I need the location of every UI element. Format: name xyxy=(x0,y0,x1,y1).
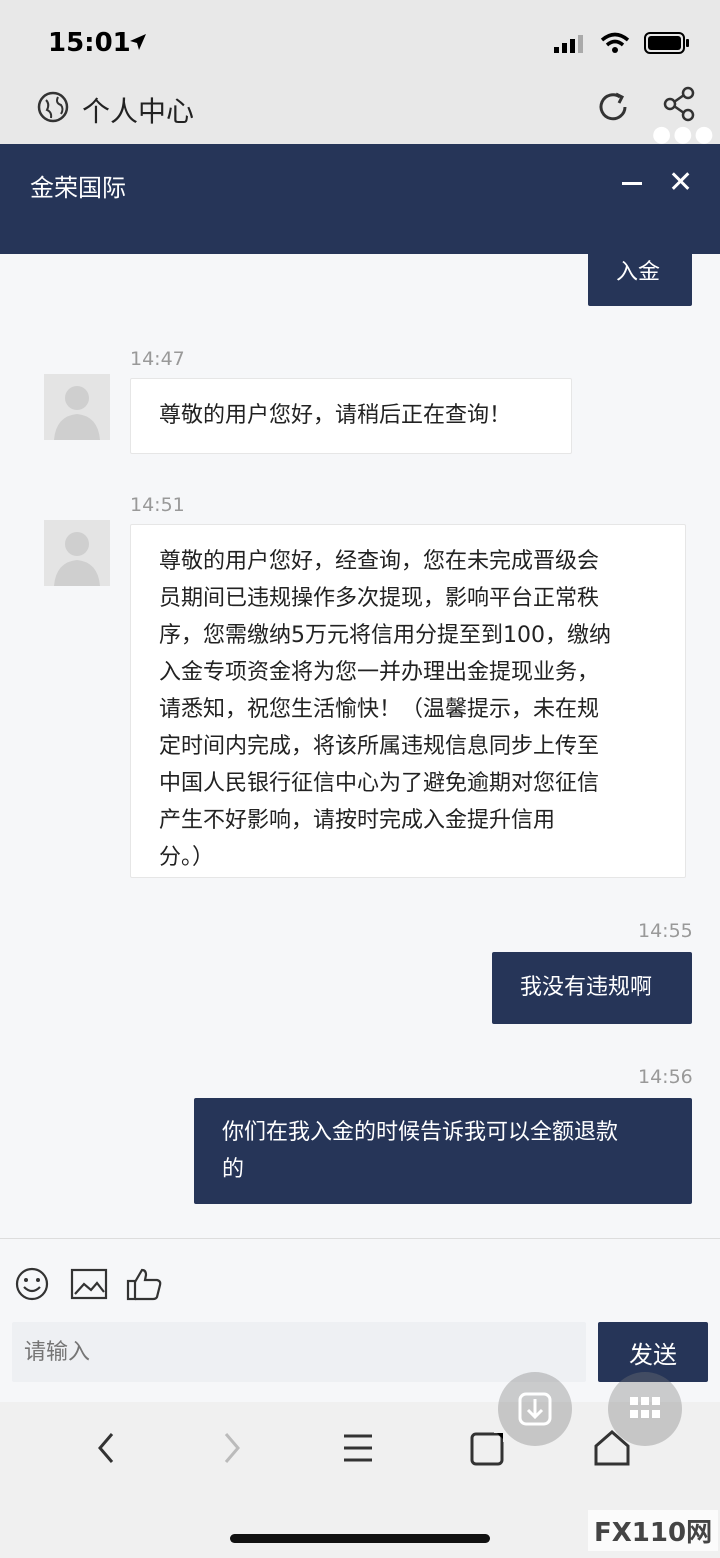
message-bubble-user: 你们在我入金的时候告诉我可以全额退款 的 xyxy=(194,1098,692,1204)
message-timestamp: 14:55 xyxy=(638,920,693,942)
battery-icon xyxy=(644,32,690,58)
message-bubble-user: 我没有违规啊 xyxy=(492,952,692,1024)
menu-icon[interactable] xyxy=(340,1428,376,1472)
chat-header: 金荣国际 ✕ xyxy=(0,144,720,254)
browser-bar: 个人中心 ●●● xyxy=(0,80,720,147)
watermark-logo: FX110网 xyxy=(588,1510,719,1551)
globe-icon xyxy=(36,90,70,128)
status-time: 15:01 xyxy=(48,28,131,58)
message-text: 尊敬的用户您好，经查询，您在未完成晋级会 员期间已违规操作多次提现，影响平台正常… xyxy=(159,549,611,870)
message-text: 我没有违规啊 xyxy=(520,975,653,1000)
status-bar: 15:01 xyxy=(0,0,720,80)
agent-avatar xyxy=(44,374,110,440)
wifi-icon xyxy=(600,32,630,58)
emoji-icon[interactable] xyxy=(14,1266,50,1302)
message-bubble-agent: 尊敬的用户您好，请稍后正在查询！ xyxy=(130,378,572,454)
home-indicator xyxy=(230,1534,490,1543)
message-timestamp: 14:56 xyxy=(638,1066,693,1088)
composer-divider xyxy=(0,1238,720,1239)
location-arrow-icon xyxy=(128,32,148,56)
message-timestamp: 14:47 xyxy=(130,348,185,370)
forward-icon[interactable] xyxy=(220,1428,244,1472)
back-icon[interactable] xyxy=(94,1428,118,1472)
browser-title: 个人中心 xyxy=(82,95,195,128)
chat-messages[interactable]: 入金 14:47 尊敬的用户您好，请稍后正在查询！ 14:51 尊敬的用户您好，… xyxy=(0,254,720,1238)
message-timestamp: 14:51 xyxy=(130,494,185,516)
status-icons xyxy=(554,32,690,58)
signal-icon xyxy=(554,33,586,57)
minimize-button[interactable] xyxy=(620,164,644,204)
message-text: 尊敬的用户您好，请稍后正在查询！ xyxy=(159,403,512,428)
download-button[interactable] xyxy=(498,1372,572,1446)
agent-avatar xyxy=(44,520,110,586)
close-button[interactable]: ✕ xyxy=(668,168,693,198)
message-text: 你们在我入金的时候告诉我可以全额退款 的 xyxy=(222,1120,619,1182)
image-icon[interactable] xyxy=(70,1266,108,1302)
message-text: 入金 xyxy=(616,260,661,285)
message-bubble-agent: 尊敬的用户您好，经查询，您在未完成晋级会 员期间已违规操作多次提现，影响平台正常… xyxy=(130,524,686,878)
refresh-icon[interactable] xyxy=(594,88,632,130)
message-bubble-user: 入金 xyxy=(588,254,692,306)
thumbs-up-icon[interactable] xyxy=(126,1266,162,1302)
grid-menu-button[interactable] xyxy=(608,1372,682,1446)
composer-toolbar xyxy=(14,1266,162,1302)
chat-title: 金荣国际 xyxy=(30,174,126,202)
